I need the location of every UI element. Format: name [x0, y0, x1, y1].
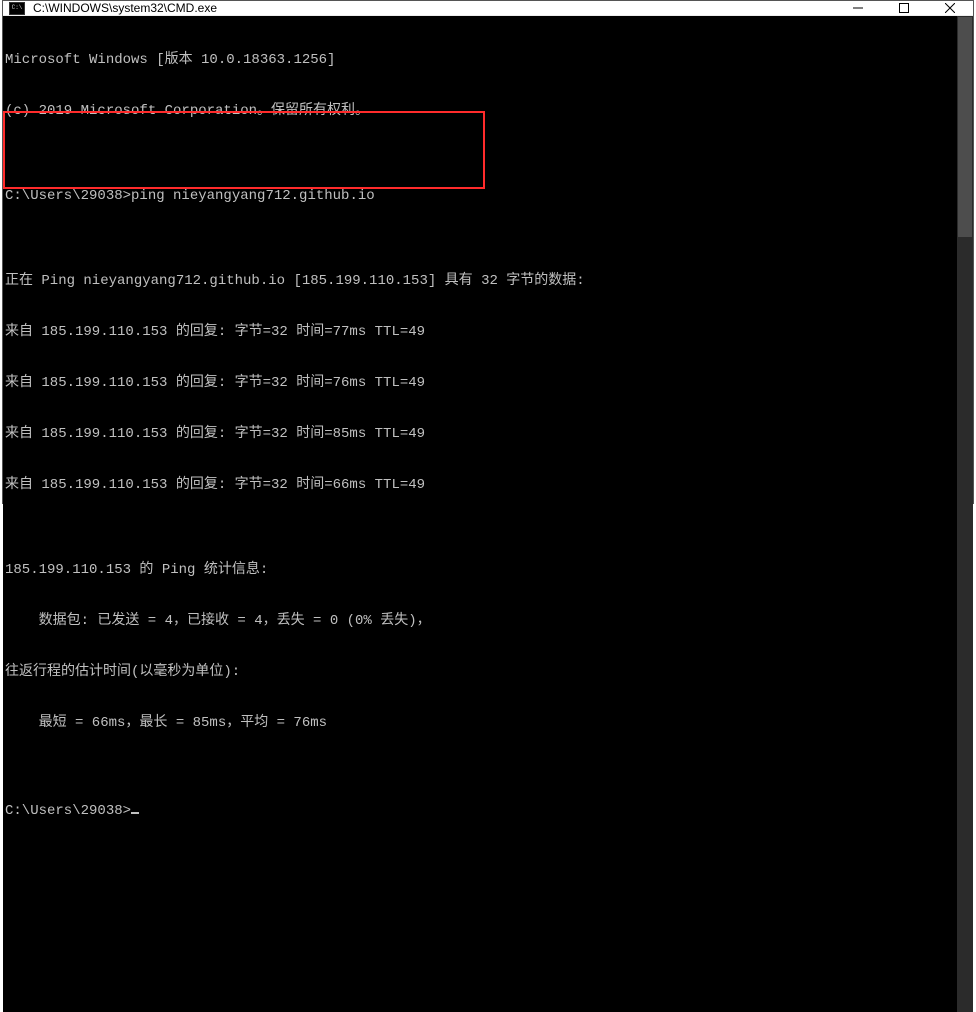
cmd-icon — [9, 2, 25, 15]
redaction-mask — [116, 120, 120, 135]
stats-rt-header-line: 往返行程的估计时间(以毫秒为单位): — [3, 664, 973, 681]
window-controls — [835, 1, 973, 15]
redaction-mask — [116, 154, 138, 169]
ping-reply-line: 来自 185.199.110.153 的回复: 字节=32 时间=85ms TT… — [3, 426, 973, 443]
scrollbar[interactable]: ▲ ▼ — [957, 16, 973, 1012]
window-title: C:\WINDOWS\system32\CMD.exe — [31, 1, 835, 15]
stats-header-line: 185.199.110.153 的 Ping 统计信息: — [3, 562, 973, 579]
cmd-window: C:\WINDOWS\system32\CMD.exe Microsoft Wi… — [2, 0, 974, 504]
close-button[interactable] — [927, 1, 973, 15]
scrollbar-thumb[interactable] — [958, 17, 972, 237]
copyright-line: (c) 2019 Microsoft Corporation。保留所有权利。 — [3, 103, 973, 120]
maximize-button[interactable] — [881, 1, 927, 15]
highlight-box — [3, 111, 485, 189]
cursor-icon — [131, 800, 139, 814]
redaction-mask — [116, 137, 138, 152]
stats-rt-line: 最短 = 66ms，最长 = 85ms，平均 = 76ms — [3, 715, 973, 732]
ping-header-line: 正在 Ping nieyangyang712.github.io [185.19… — [3, 273, 973, 290]
prompt-line: C:\Users\29038>ping nieyangyang712.githu… — [3, 188, 973, 205]
ping-reply-line: 来自 185.199.110.153 的回复: 字节=32 时间=76ms TT… — [3, 375, 973, 392]
app-icon-wrap — [3, 2, 31, 15]
titlebar[interactable]: C:\WINDOWS\system32\CMD.exe — [3, 1, 973, 16]
minimize-button[interactable] — [835, 1, 881, 15]
prompt-text: C:\Users\29038> — [5, 803, 131, 819]
header-line: Microsoft Windows [版本 10.0.18363.1256] — [3, 52, 973, 69]
prompt-line: C:\Users\29038> — [3, 800, 973, 820]
ping-reply-line: 来自 185.199.110.153 的回复: 字节=32 时间=77ms TT… — [3, 324, 973, 341]
terminal-area[interactable]: Microsoft Windows [版本 10.0.18363.1256] (… — [3, 16, 973, 1012]
ping-reply-line: 来自 185.199.110.153 的回复: 字节=32 时间=66ms TT… — [3, 477, 973, 494]
stats-packets-line: 数据包: 已发送 = 4，已接收 = 4，丢失 = 0 (0% 丢失)， — [3, 613, 973, 630]
